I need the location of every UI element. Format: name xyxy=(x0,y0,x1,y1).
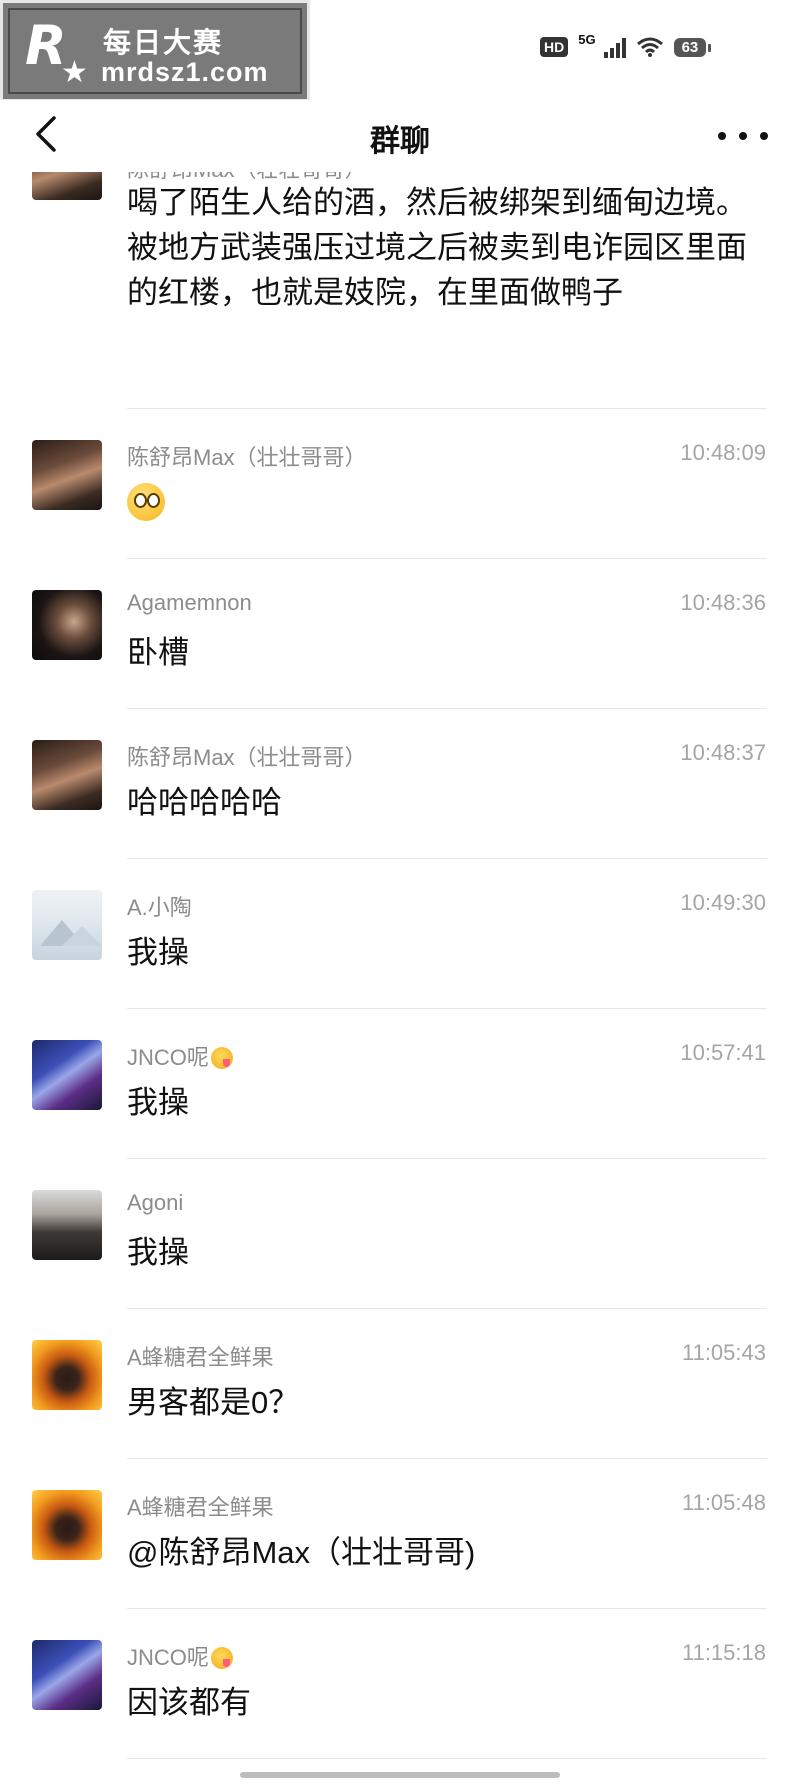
divider xyxy=(127,408,767,409)
divider xyxy=(127,1458,767,1459)
message-text: @陈舒昂Max（壮壮哥哥) xyxy=(127,1535,476,1570)
message-text: 哈哈哈哈哈 xyxy=(127,785,282,820)
divider xyxy=(127,1008,767,1009)
star-icon: ★ xyxy=(61,56,88,89)
divider xyxy=(127,558,767,559)
network-type: 5G xyxy=(578,31,596,47)
avatar[interactable] xyxy=(32,1340,102,1410)
avatar[interactable] xyxy=(32,1040,102,1110)
wifi-icon xyxy=(636,37,663,57)
message-time: 11:15:18 xyxy=(681,1640,766,1665)
message-time: 10:48:36 xyxy=(680,590,766,615)
divider xyxy=(127,1608,767,1609)
message-time: 10:48:09 xyxy=(680,440,766,465)
message-time: 10:49:30 xyxy=(680,890,766,915)
sender-name: Agoni xyxy=(127,1190,184,1215)
hd-icon: HD xyxy=(540,37,569,57)
message-text: 我操 xyxy=(127,1085,189,1120)
tongue-out-emoji-icon xyxy=(210,1647,233,1669)
sender-name: A.小陶 xyxy=(127,895,192,920)
message-text: 男客都是0？ xyxy=(127,1385,300,1420)
sender-name: A蜂糖君全鲜果 xyxy=(127,1495,274,1520)
divider xyxy=(127,1758,767,1759)
watermark-logo: R ★ 每日大赛 mrdsz1.com xyxy=(0,0,310,102)
sender-name: A蜂糖君全鲜果 xyxy=(127,1345,274,1370)
avatar[interactable] xyxy=(32,1640,102,1710)
sender-name: JNCO呢 xyxy=(127,1640,233,1672)
watermark-name: 每日大赛 xyxy=(103,27,224,58)
message-text: 卧槽 xyxy=(127,635,189,670)
home-gesture-bar[interactable] xyxy=(240,1772,560,1778)
watermark-url: mrdsz1.com xyxy=(101,57,269,87)
message-time: 10:57:41 xyxy=(680,1040,766,1065)
status-icons: HD 5G 63 xyxy=(540,31,711,62)
avatar[interactable] xyxy=(32,1490,102,1560)
flushed-face-emoji-icon xyxy=(127,483,165,521)
divider xyxy=(127,1308,767,1309)
page-title: 群聊 xyxy=(370,125,430,158)
nav-bar: 群聊 xyxy=(0,100,800,172)
sender-name: 陈舒昂Max（壮壮哥哥） xyxy=(127,445,367,470)
signal-icon xyxy=(603,36,626,58)
message-text: 喝了陌生人给的酒，然后被绑架到缅甸边境。被地方武装强压过境之后被卖到电诈园区里面… xyxy=(127,185,747,310)
sender-name: 陈舒昂Max（壮壮哥哥） xyxy=(127,745,367,770)
tongue-out-emoji-icon xyxy=(210,1047,233,1069)
avatar[interactable] xyxy=(32,740,102,810)
avatar[interactable] xyxy=(32,440,102,510)
message-text: 我操 xyxy=(127,935,189,970)
avatar[interactable] xyxy=(32,1190,102,1260)
avatar[interactable] xyxy=(32,890,102,960)
divider xyxy=(127,1158,767,1159)
sender-name: JNCO呢 xyxy=(127,1040,233,1072)
divider xyxy=(127,708,767,709)
more-options-icon[interactable] xyxy=(718,116,768,156)
message-time: 10:48:37 xyxy=(680,740,766,765)
message-text: 我操 xyxy=(127,1235,189,1270)
message-time: 11:05:48 xyxy=(681,1490,766,1515)
avatar[interactable] xyxy=(32,590,102,660)
sender-name: Agamemnon xyxy=(127,590,252,615)
message-text: 因该都有 xyxy=(127,1685,251,1720)
message-time: 11:05:43 xyxy=(681,1340,766,1365)
battery-icon: 63 xyxy=(673,37,711,57)
divider xyxy=(127,858,767,859)
